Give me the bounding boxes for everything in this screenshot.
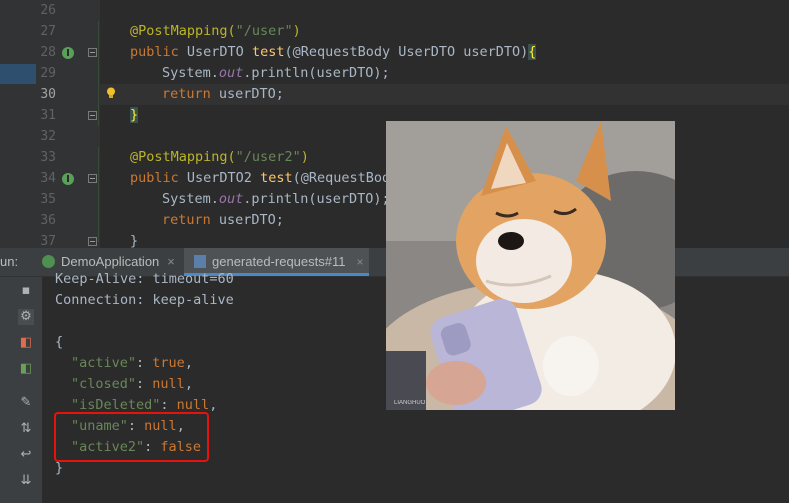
- line-number: 26: [40, 3, 56, 18]
- tab-label: generated-requests#11: [212, 254, 346, 269]
- code-line: 28 public UserDTO test(@RequestBody User…: [0, 42, 789, 63]
- spring-app-icon: [42, 255, 55, 268]
- code-text: System.out.println(userDTO);: [162, 191, 390, 207]
- line-number: 32: [40, 129, 56, 144]
- lightbulb-icon[interactable]: [106, 87, 116, 99]
- view-settings-icon[interactable]: ⚙: [18, 309, 34, 325]
- line-number: 36: [40, 213, 56, 228]
- scroll-to-end-icon[interactable]: ⇊: [18, 473, 34, 489]
- highlight-annotation-box: [54, 412, 209, 462]
- request-file-icon[interactable]: ◧: [18, 335, 34, 351]
- fold-marker-icon[interactable]: [88, 48, 97, 57]
- run-label: un:: [0, 254, 19, 269]
- code-text: System.out.println(userDTO);: [162, 65, 390, 81]
- line-number: 30: [40, 87, 56, 102]
- line-number: 35: [40, 192, 56, 207]
- response-file-icon[interactable]: ◧: [18, 361, 34, 377]
- code-text: @PostMapping("/user"): [130, 23, 301, 39]
- line-number: 27: [40, 24, 56, 39]
- json-open-brace: {: [55, 334, 64, 350]
- json-field: "closed": null,: [71, 376, 193, 392]
- sort-icon[interactable]: ⇅: [18, 421, 34, 437]
- scroll-up-icon[interactable]: ▪: [18, 283, 34, 299]
- code-text: }: [130, 107, 139, 123]
- code-line: 27 @PostMapping("/user"): [0, 21, 789, 42]
- response-header-line: Keep-Alive: timeout=60: [55, 271, 234, 287]
- fold-marker-icon[interactable]: [88, 174, 97, 183]
- line-number: 31: [40, 108, 56, 123]
- json-field: "active": true,: [71, 355, 193, 371]
- line-number: 34: [40, 171, 56, 186]
- response-header-line: Connection: keep-alive: [55, 292, 234, 308]
- code-text: public UserDTO2 test(@RequestBody: [130, 170, 399, 186]
- code-text: return userDTO;: [162, 212, 284, 228]
- code-line: 26: [0, 0, 789, 21]
- code-text: @PostMapping("/user2"): [130, 149, 309, 165]
- code-line: 29 System.out.println(userDTO);: [0, 63, 789, 84]
- code-text: public UserDTO test(@RequestBody UserDTO…: [130, 44, 537, 60]
- line-number: 33: [40, 150, 56, 165]
- photo-watermark: LIANGHUO: [394, 400, 426, 406]
- run-toolbar: ▪ ⚙ ◧ ◧ ✎ ⇅ ↩ ⇊: [0, 277, 42, 503]
- code-text: return userDTO;: [162, 86, 284, 102]
- line-number: 29: [40, 66, 56, 81]
- tab-label: DemoApplication: [61, 254, 160, 269]
- close-icon[interactable]: ×: [167, 254, 175, 269]
- spring-mapping-icon[interactable]: [62, 47, 74, 59]
- fold-marker-icon[interactable]: [88, 237, 97, 246]
- http-file-icon: [194, 255, 206, 268]
- edit-icon[interactable]: ✎: [18, 395, 34, 411]
- soft-wrap-icon[interactable]: ↩: [18, 447, 34, 463]
- fold-marker-icon[interactable]: [88, 111, 97, 120]
- line-number: 28: [40, 45, 56, 60]
- close-icon[interactable]: ×: [356, 248, 363, 276]
- code-line: 30 return userDTO;: [0, 84, 789, 105]
- spring-mapping-icon[interactable]: [62, 173, 74, 185]
- sleepy-shiba-photo: LIANGHUO: [386, 121, 675, 410]
